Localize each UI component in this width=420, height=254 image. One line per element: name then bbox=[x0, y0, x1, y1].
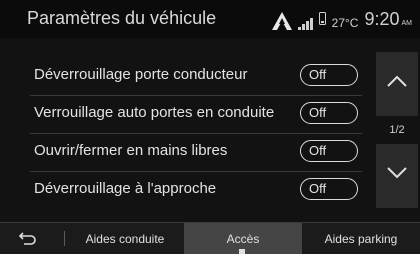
back-button[interactable] bbox=[0, 223, 52, 254]
active-tab-indicator bbox=[239, 249, 245, 254]
row-divider bbox=[30, 95, 362, 96]
setting-label: Ouvrir/fermer en mains libres bbox=[34, 142, 228, 159]
row-divider bbox=[30, 133, 362, 134]
page-indicator: 1/2 bbox=[389, 124, 405, 136]
phone-icon bbox=[318, 12, 326, 30]
chevron-down-icon bbox=[387, 167, 407, 179]
chevron-up-icon bbox=[387, 75, 407, 87]
setting-label: Déverrouillage porte conducteur bbox=[34, 66, 248, 83]
tab-aides-conduite[interactable]: Aides conduite bbox=[66, 223, 184, 254]
header-bar: Paramètres du véhicule 27°C 9:20 AM bbox=[0, 0, 420, 38]
clock-ampm: AM bbox=[401, 20, 413, 27]
tab-divider bbox=[64, 231, 65, 246]
setting-row-driver-door-unlock[interactable]: Déverrouillage porte conducteur Off bbox=[0, 59, 360, 93]
clock: 9:20 bbox=[364, 9, 400, 29]
toggle-value: Off bbox=[309, 105, 327, 120]
row-divider bbox=[30, 171, 362, 172]
brand-logo-icon bbox=[271, 12, 292, 30]
scroll-up-button[interactable] bbox=[376, 52, 418, 116]
toggle-switch[interactable]: Off bbox=[300, 64, 358, 86]
bottom-tab-bar: Aides conduite Accès Aides parking bbox=[0, 222, 420, 254]
toggle-value: Off bbox=[309, 181, 327, 196]
setting-label: Verrouillage auto portes en conduite bbox=[34, 104, 275, 121]
setting-row-approach-unlock[interactable]: Déverrouillage à l'approche Off bbox=[0, 173, 360, 207]
tab-aides-parking[interactable]: Aides parking bbox=[302, 223, 420, 254]
toggle-switch[interactable]: Off bbox=[300, 140, 358, 162]
setting-row-hands-free[interactable]: Ouvrir/fermer en mains libres Off bbox=[0, 135, 360, 169]
vehicle-settings-screen: Paramètres du véhicule 27°C 9:20 AM Déve… bbox=[0, 0, 420, 254]
setting-row-auto-lock-driving[interactable]: Verrouillage auto portes en conduite Off bbox=[0, 97, 360, 131]
toggle-switch[interactable]: Off bbox=[300, 102, 358, 124]
temperature: 27°C bbox=[331, 16, 359, 30]
toggle-value: Off bbox=[309, 67, 327, 82]
toggle-value: Off bbox=[309, 143, 327, 158]
page-title: Paramètres du véhicule bbox=[27, 8, 217, 28]
toggle-switch[interactable]: Off bbox=[300, 178, 358, 200]
status-bar: 27°C 9:20 AM bbox=[271, 8, 413, 30]
page-scroller: 1/2 bbox=[376, 52, 418, 208]
back-arrow-icon bbox=[18, 231, 36, 245]
scroll-down-button[interactable] bbox=[376, 144, 418, 208]
setting-label: Déverrouillage à l'approche bbox=[34, 180, 217, 197]
signal-icon bbox=[297, 16, 313, 30]
